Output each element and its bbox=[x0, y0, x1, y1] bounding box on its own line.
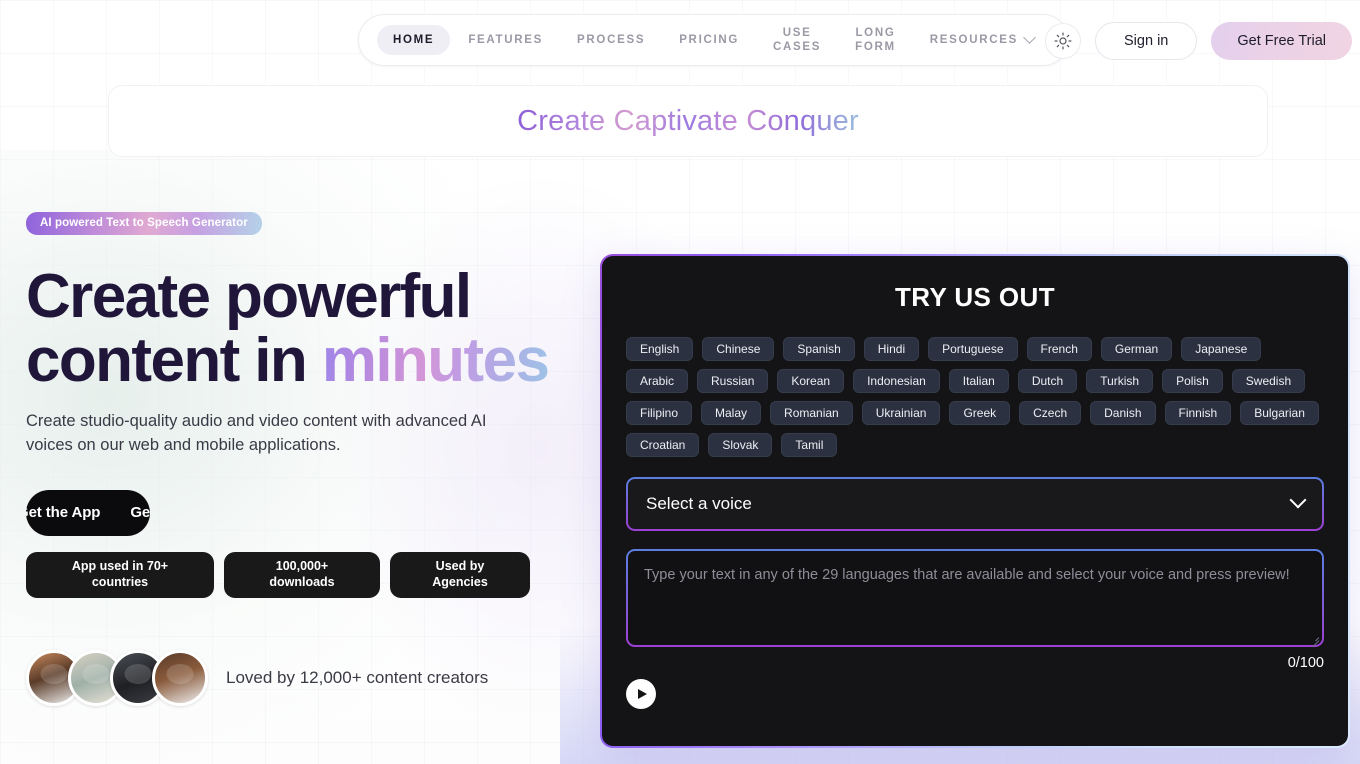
language-chip[interactable]: Chinese bbox=[702, 337, 775, 361]
language-chip[interactable]: Italian bbox=[948, 369, 1009, 393]
language-chip[interactable]: Polish bbox=[1162, 369, 1223, 393]
play-preview-button[interactable] bbox=[626, 679, 656, 709]
language-chip[interactable]: Romanian bbox=[770, 401, 853, 425]
language-chip[interactable]: Filipino bbox=[626, 401, 693, 425]
nav-item-long-form[interactable]: LONG FORM bbox=[839, 18, 912, 63]
stat-card-countries[interactable]: App used in 70+ countries bbox=[26, 552, 214, 598]
get-the-app-label: Get the App bbox=[26, 504, 101, 522]
chevron-down-icon bbox=[1023, 30, 1036, 44]
language-chip[interactable]: Danish bbox=[1090, 401, 1156, 425]
nav-item-process[interactable]: PROCESS bbox=[561, 25, 661, 55]
tagline-card: Create Captivate Conquer bbox=[108, 85, 1268, 157]
language-chip[interactable]: Indonesian bbox=[853, 369, 940, 393]
language-chip[interactable]: Portuguese bbox=[928, 337, 1018, 361]
voice-select-inner: Select a voice bbox=[628, 479, 1322, 529]
theme-toggle-button[interactable] bbox=[1045, 23, 1082, 59]
language-chip[interactable]: Spanish bbox=[783, 337, 855, 361]
nav-item-resources[interactable]: RESOURCES bbox=[914, 25, 1050, 55]
try-us-out-panel: TRY US OUT English Chinese Spanish Hindi Por… bbox=[600, 254, 1350, 748]
language-chip[interactable]: Dutch bbox=[1017, 369, 1078, 393]
headline-accent: minutes bbox=[321, 326, 550, 396]
stat-card-downloads[interactable]: 100,000+ downloads bbox=[224, 552, 380, 598]
language-chip[interactable]: English bbox=[626, 337, 694, 361]
sun-icon bbox=[1054, 32, 1072, 50]
main-navigation: HOME FEATURES PROCESS PRICING USE CASES … bbox=[358, 14, 1069, 66]
language-chip[interactable]: Turkish bbox=[1086, 369, 1154, 393]
nav-item-resources-label: RESOURCES bbox=[929, 33, 1018, 46]
language-chip[interactable]: Croatian bbox=[626, 433, 700, 457]
social-proof-text: Loved by 12,000+ content creators bbox=[226, 668, 489, 687]
language-chip[interactable]: German bbox=[1100, 337, 1173, 361]
language-chip[interactable]: Russian bbox=[697, 369, 769, 393]
language-chip[interactable]: Greek bbox=[949, 401, 1011, 425]
get-the-app-button[interactable]: Get the App Get the App bbox=[26, 489, 150, 536]
language-chip[interactable]: Slovak bbox=[708, 433, 773, 457]
hero-subtitle: Create studio-quality audio and video co… bbox=[26, 411, 487, 454]
nav-item-features[interactable]: FEATURES bbox=[452, 25, 559, 55]
try-us-out-title: TRY US OUT bbox=[894, 282, 1055, 312]
language-chip[interactable]: Japanese bbox=[1181, 337, 1262, 361]
marquee-track: Get the App Get the App bbox=[26, 504, 150, 521]
chevron-down-icon bbox=[1289, 491, 1307, 509]
language-chip[interactable]: Malay bbox=[701, 401, 762, 425]
nav-item-use-cases[interactable]: USE CASES bbox=[757, 18, 837, 63]
text-input-wrapper bbox=[626, 549, 1324, 647]
voice-select[interactable]: Select a voice bbox=[626, 477, 1324, 531]
stat-card-agencies[interactable]: Used by Agencies bbox=[390, 552, 530, 598]
page-root: HOME FEATURES PROCESS PRICING USE CASES … bbox=[0, 0, 1360, 764]
language-chip[interactable]: Czech bbox=[1019, 401, 1082, 425]
avatar bbox=[152, 650, 208, 706]
try-us-out-panel-inner: TRY US OUT English Chinese Spanish Hindi Por… bbox=[602, 256, 1348, 746]
sign-in-button[interactable]: Sign in bbox=[1095, 22, 1198, 60]
stat-card-list: App used in 70+ countries 100,000+ downl… bbox=[26, 552, 530, 598]
language-chip[interactable]: Bulgarian bbox=[1240, 401, 1319, 425]
page-title: Create powerful content in minutes bbox=[26, 264, 566, 396]
language-chip[interactable]: Korean bbox=[777, 369, 845, 393]
nav-item-pricing[interactable]: PRICING bbox=[663, 25, 755, 55]
language-chip[interactable]: Hindi bbox=[863, 337, 920, 361]
text-input[interactable] bbox=[628, 551, 1322, 645]
voice-select-value: Select a voice bbox=[646, 494, 752, 513]
language-chip[interactable]: Tamil bbox=[781, 433, 838, 457]
site-header: HOME FEATURES PROCESS PRICING USE CASES … bbox=[0, 0, 1360, 80]
play-icon bbox=[638, 689, 647, 699]
header-actions: Sign in Get Free Trial bbox=[1045, 22, 1352, 60]
avatar-group bbox=[26, 650, 208, 706]
hero-badge: AI powered Text to Speech Generator bbox=[26, 212, 262, 235]
nav-item-home[interactable]: HOME bbox=[377, 24, 451, 56]
language-chip[interactable]: Swedish bbox=[1231, 369, 1306, 393]
tagline-text: Create Captivate Conquer bbox=[517, 104, 859, 137]
language-chip[interactable]: Finnish bbox=[1164, 401, 1232, 425]
get-the-app-label-repeat: Get the App bbox=[130, 504, 150, 522]
hero-content: AI powered Text to Speech Generator Crea… bbox=[26, 212, 566, 536]
language-chip[interactable]: Arabic bbox=[626, 369, 689, 393]
language-chip-list: English Chinese Spanish Hindi Portuguese Fren… bbox=[626, 337, 1324, 457]
language-chip[interactable]: French bbox=[1026, 337, 1092, 361]
get-free-trial-button[interactable]: Get Free Trial bbox=[1211, 22, 1352, 60]
character-counter: 0/100 bbox=[1287, 655, 1324, 671]
social-proof: Loved by 12,000+ content creators bbox=[26, 650, 488, 706]
language-chip[interactable]: Ukrainian bbox=[861, 401, 941, 425]
